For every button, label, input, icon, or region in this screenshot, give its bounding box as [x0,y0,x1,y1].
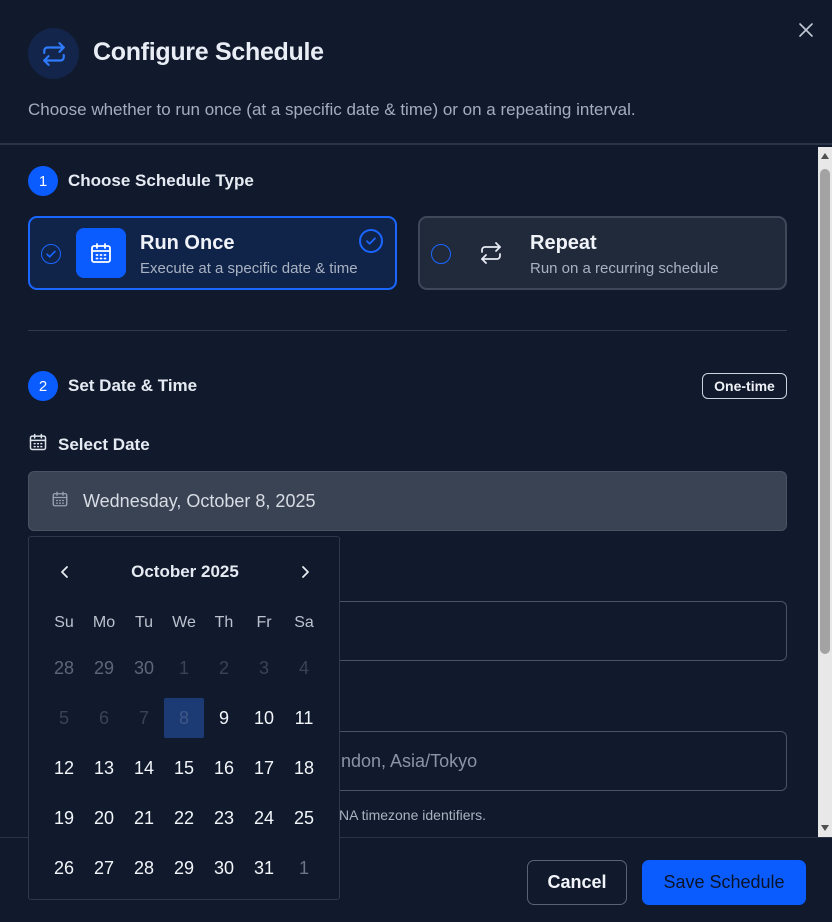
step-label: Choose Schedule Type [68,171,254,190]
weekday-header: Th [214,614,234,631]
calendar-icon [51,490,69,513]
calendar-day[interactable]: 11 [284,698,324,738]
weekday-header: Su [54,614,74,631]
calendar-day[interactable]: 18 [284,748,324,788]
weekday-header: Fr [256,614,272,631]
calendar-day: 5 [58,707,69,728]
calendar-week-row: 26 27 28 29 30 31 1 [44,838,324,888]
weekday-header: We [172,614,196,631]
option-title: Repeat [530,232,597,254]
modal-subtitle: Choose whether to run once (at a specifi… [28,100,636,119]
calendar-day: 7 [138,707,149,728]
calendar-day[interactable]: 23 [204,798,244,838]
option-repeat[interactable]: Repeat Run on a recurring schedule [418,216,787,290]
calendar-day: 1 [178,657,189,678]
calendar-day: 6 [98,707,109,728]
calendar-day[interactable]: 15 [164,748,204,788]
date-picker-popover: October 2025 Su Mo Tu We Th Fr Sa 28 29 30 1 2 3 4 5 6… [28,536,340,900]
calendar-day[interactable]: 19 [44,798,84,838]
calendar-day[interactable]: 28 [44,648,84,688]
date-picker-input[interactable]: Wednesday, October 8, 2025 [28,471,787,531]
calendar-week-row: 28 29 30 1 2 3 4 [44,638,324,688]
calendar-day[interactable]: 31 [244,848,284,888]
calendar-day[interactable]: 26 [44,848,84,888]
option-description: Execute at a specific date & time [140,260,358,277]
calendar-day[interactable]: 17 [244,748,284,788]
calendar-grid: Su Mo Tu We Th Fr Sa 28 29 30 1 2 3 4 5 6 7 8 9 10 11 12 13 14… [44,614,324,888]
timezone-placeholder: ndon, Asia/Tokyo [341,751,478,771]
calendar-icon [28,432,48,457]
calendar-day: 2 [218,657,229,678]
calendar-day: 4 [298,657,309,678]
radio-unchecked-icon[interactable] [431,244,451,264]
calendar-week-row: 19 20 21 22 23 24 25 [44,788,324,838]
step-1-heading: 1 Choose Schedule Type [28,166,254,196]
select-date-label: Select Date [28,432,150,457]
repeat-icon [466,228,516,278]
scroll-down-arrow-icon[interactable] [821,825,829,831]
calendar-day[interactable]: 27 [84,848,124,888]
scrollbar[interactable] [818,147,832,837]
step-number: 2 [28,371,58,401]
timezone-help-text: NA timezone identifiers. [339,807,487,823]
calendar-icon [76,228,126,278]
calendar-day-selected[interactable]: 8 [164,698,204,738]
scrollbar-thumb[interactable] [820,169,830,654]
calendar-day[interactable]: 1 [284,848,324,888]
modal-title: Configure Schedule [93,38,324,66]
calendar-day[interactable]: 21 [124,798,164,838]
date-value: Wednesday, October 8, 2025 [83,490,316,511]
scroll-up-arrow-icon[interactable] [821,153,829,159]
calendar-day[interactable]: 24 [244,798,284,838]
calendar-week-row: 12 13 14 15 16 17 18 [44,738,324,788]
cancel-button[interactable]: Cancel [527,860,627,905]
calendar-day[interactable]: 14 [124,748,164,788]
save-schedule-button[interactable]: Save Schedule [642,860,806,905]
option-description: Run on a recurring schedule [530,260,719,277]
calendar-day[interactable]: 28 [124,848,164,888]
option-title: Run Once [140,232,235,254]
calendar-day[interactable]: 30 [124,648,164,688]
calendar-day[interactable]: 16 [204,748,244,788]
field-label-text: Select Date [58,434,150,454]
schedule-modal: Configure Schedule Choose whether to run… [0,0,832,922]
calendar-day[interactable]: 10 [244,698,284,738]
selected-check-icon [359,229,383,253]
calendar-day[interactable]: 22 [164,798,204,838]
calendar-day[interactable]: 29 [84,648,124,688]
calendar-week-row: 5 6 7 8 9 10 11 [44,688,324,738]
calendar-day[interactable]: 13 [84,748,124,788]
calendar-weeks: 28 29 30 1 2 3 4 5 6 7 8 9 10 11 12 13 14 15 16 17 18 19 20 21 2… [44,638,324,888]
step-number: 1 [28,166,58,196]
weekday-header: Tu [134,614,154,631]
close-icon[interactable] [796,20,816,40]
calendar-day: 3 [258,657,269,678]
calendar-day[interactable]: 20 [84,798,124,838]
calendar-day[interactable]: 9 [204,698,244,738]
one-time-badge: One-time [702,373,787,399]
weekday-header: Sa [294,614,314,631]
step-2-heading: 2 Set Date & Time [28,371,197,401]
repeat-icon [28,28,79,79]
weekday-header: Mo [92,614,116,631]
modal-header: Configure Schedule Choose whether to run… [0,0,832,145]
radio-checked-icon[interactable] [41,244,61,264]
calendar-day[interactable]: 29 [164,848,204,888]
option-run-once[interactable]: Run Once Execute at a specific date & ti… [28,216,397,290]
step-label: Set Date & Time [68,376,198,395]
calendar-day[interactable]: 30 [204,848,244,888]
calendar-weekdays: Su Mo Tu We Th Fr Sa [44,614,324,638]
calendar-day[interactable]: 25 [284,798,324,838]
calendar-day[interactable]: 12 [44,748,84,788]
section-divider [28,330,787,331]
chevron-right-icon[interactable] [294,561,316,583]
